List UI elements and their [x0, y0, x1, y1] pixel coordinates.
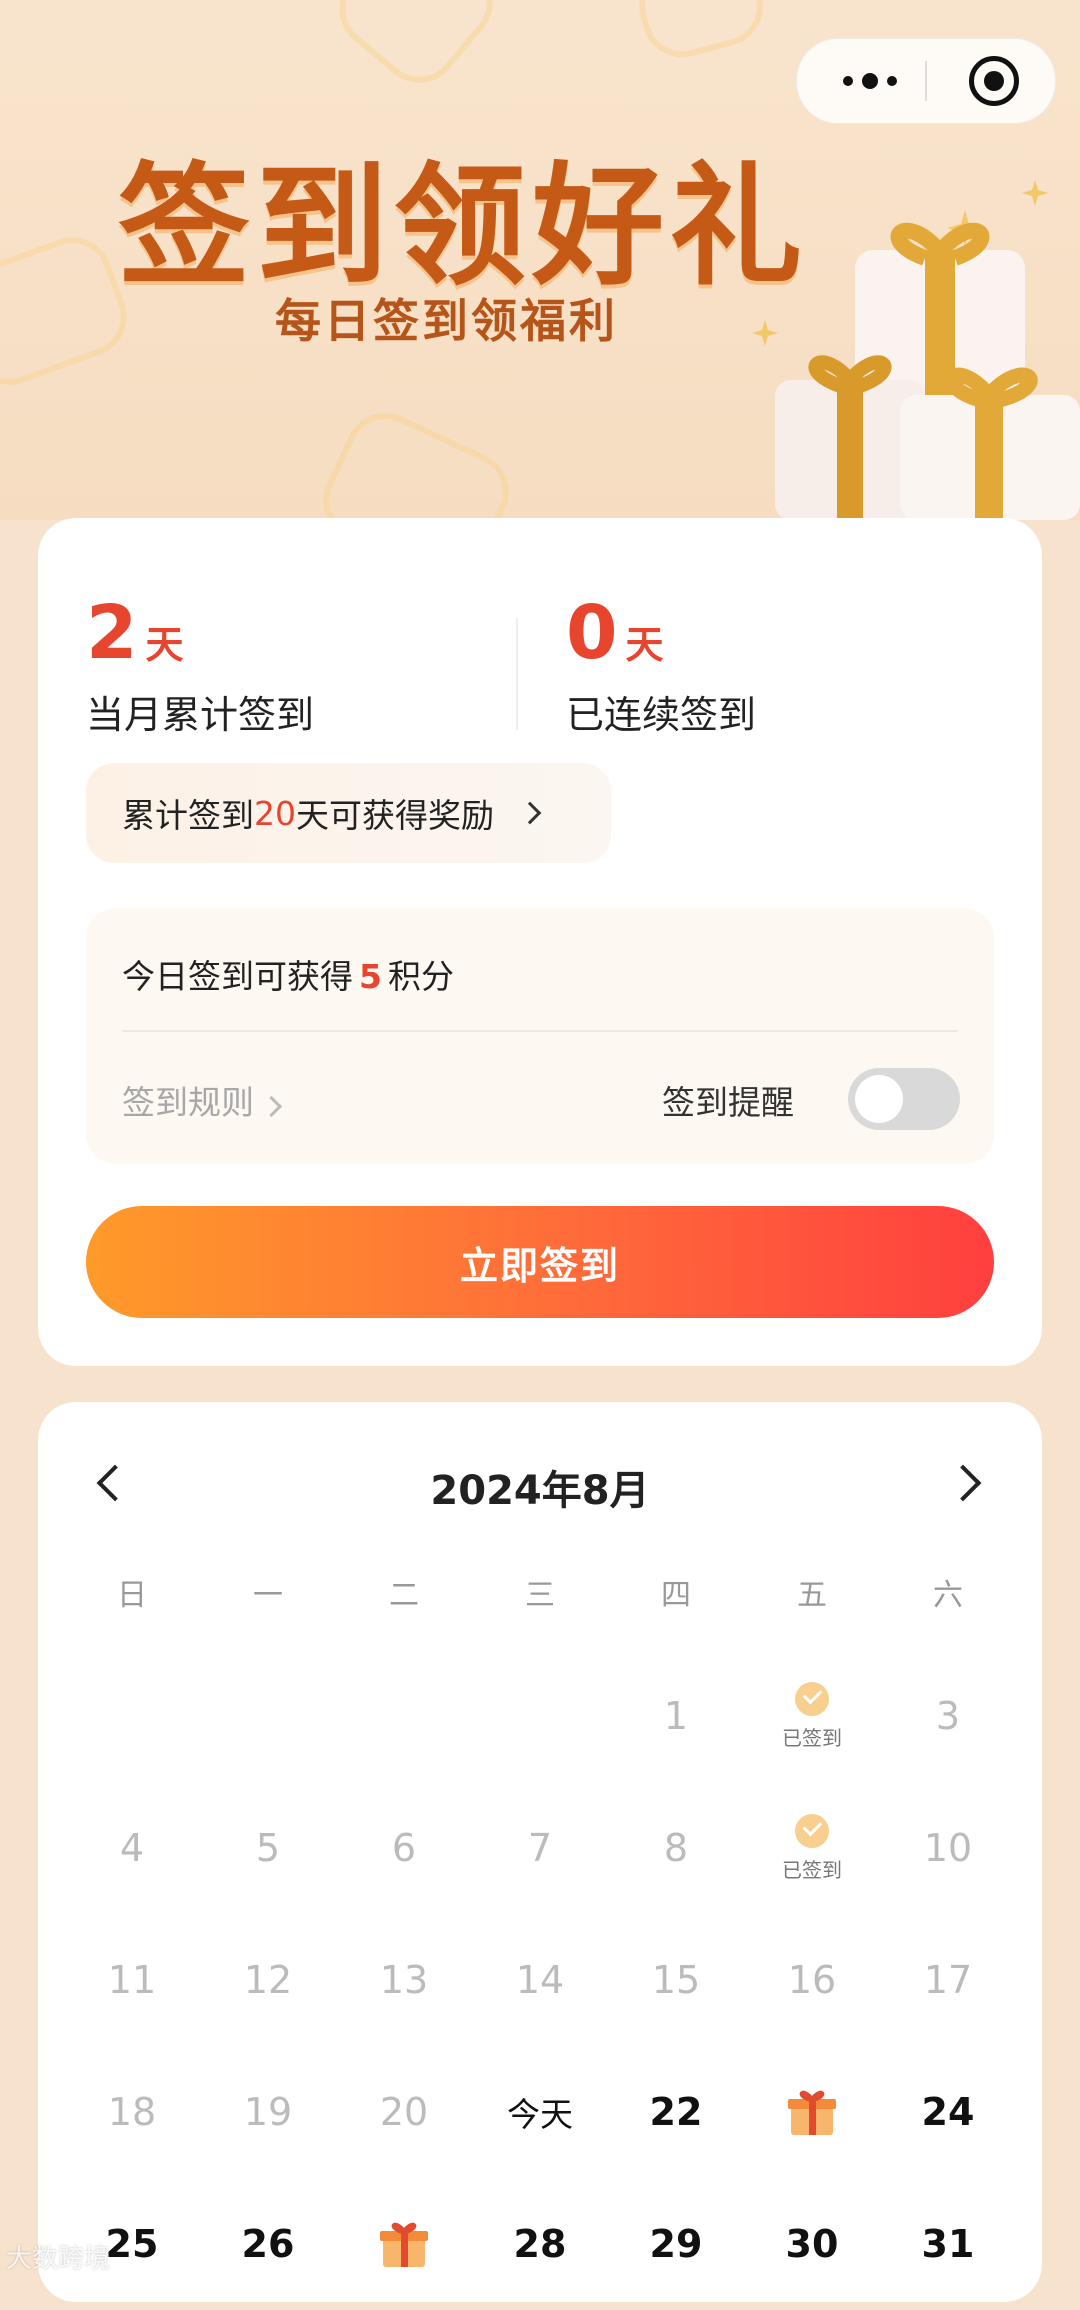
signin-now-button[interactable]: 立即签到	[86, 1206, 994, 1318]
decorative-shape	[310, 399, 522, 520]
reward-suffix: 天可获得奖励	[296, 796, 494, 835]
stat-divider	[516, 618, 518, 730]
calendar-day[interactable]: 14	[472, 1914, 608, 2046]
weekday-label: 六	[933, 1578, 963, 1613]
gift-icon	[380, 2222, 428, 2267]
calendar-day[interactable]: 10	[880, 1782, 1016, 1914]
banner-subtitle: 每日签到领福利	[275, 294, 618, 348]
today-points-prefix: 今日签到可获得	[122, 957, 353, 996]
monthly-stat: 2天 当月累计签到	[86, 596, 314, 739]
calendar-day[interactable]: 19	[200, 2046, 336, 2178]
weekday-label: 二	[389, 1578, 419, 1613]
today-points-value: 5	[359, 957, 382, 996]
banner-title: 签到领好礼	[118, 150, 808, 304]
calendar-day[interactable]: 26	[200, 2178, 336, 2310]
decorative-shape	[323, 0, 509, 99]
header-banner: 签到领好礼 每日签到领福利	[0, 0, 1080, 520]
calendar-blank-cell	[64, 1650, 200, 1782]
mini-program-capsule	[796, 38, 1056, 124]
calendar-blank-cell	[200, 1650, 336, 1782]
today-reward-panel: 今日签到可获得 5 积分 签到规则 签到提醒	[86, 908, 994, 1164]
dot-icon	[887, 76, 897, 86]
capsule-divider	[925, 61, 927, 101]
cumulative-reward-link[interactable]: 累计签到 20 天可获得奖励	[86, 763, 611, 863]
monthly-label: 当月累计签到	[86, 693, 315, 737]
today-points-text: 今日签到可获得 5 积分	[122, 950, 454, 998]
calendar-day[interactable]: 11	[64, 1914, 200, 2046]
weekday-header: 日 一 二 三 四 五 六	[64, 1570, 1016, 1614]
calendar-day[interactable]: 7	[472, 1782, 608, 1914]
calendar-day-today[interactable]: 今天	[472, 2046, 608, 2178]
watermark: 大数跨境	[6, 2244, 111, 2274]
weekday-label: 一	[253, 1578, 283, 1613]
close-target-icon[interactable]	[969, 56, 1019, 106]
calendar-day[interactable]: 3	[880, 1650, 1016, 1782]
rules-label: 签到规则	[122, 1083, 254, 1122]
calendar-card: 2024年8月 日 一 二 三 四 五 六 1 已签到 3 4 5 6 7 8 已签到 10 11 1…	[38, 1402, 1042, 2302]
reward-prefix: 累计签到	[122, 796, 254, 835]
signed-label: 已签到	[782, 1857, 842, 1882]
calendar-blank-cell	[336, 1650, 472, 1782]
calendar-day[interactable]: 13	[336, 1914, 472, 2046]
calendar-day[interactable]: 4	[64, 1782, 200, 1914]
check-circle-icon	[795, 1681, 829, 1716]
streak-stat: 0天 已连续签到	[566, 596, 756, 739]
check-circle-icon	[795, 1813, 829, 1848]
dot-icon	[862, 73, 878, 89]
calendar-day[interactable]: 22	[608, 2046, 744, 2178]
reminder-label: 签到提醒	[662, 1083, 794, 1122]
next-month-chevron-icon[interactable]	[950, 1462, 990, 1502]
decorative-shape	[630, 0, 772, 67]
reward-days: 20	[254, 793, 296, 833]
gift-boxes-illustration	[752, 180, 1080, 520]
calendar-day[interactable]: 16	[744, 1914, 880, 2046]
dot-icon	[843, 76, 853, 86]
reminder-toggle[interactable]	[848, 1068, 960, 1130]
calendar-day[interactable]: 20	[336, 2046, 472, 2178]
weekday-label: 日	[117, 1578, 147, 1613]
calendar-blank-cell	[472, 1650, 608, 1782]
signin-rules-link[interactable]: 签到规则	[122, 1076, 283, 1124]
streak-count: 0	[566, 590, 618, 676]
monthly-unit: 天	[145, 623, 184, 667]
calendar-day-signed[interactable]: 已签到	[744, 1650, 880, 1782]
weekday-label: 五	[797, 1578, 827, 1613]
calendar-day[interactable]: 24	[880, 2046, 1016, 2178]
streak-unit: 天	[625, 623, 664, 667]
calendar-day[interactable]: 12	[200, 1914, 336, 2046]
calendar-day[interactable]: 31	[880, 2178, 1016, 2310]
signed-label: 已签到	[782, 1725, 842, 1750]
calendar-day-gift[interactable]	[336, 2178, 472, 2310]
calendar-day[interactable]: 30	[744, 2178, 880, 2310]
weekday-label: 三	[525, 1578, 555, 1613]
calendar-day[interactable]: 5	[200, 1782, 336, 1914]
streak-label: 已连续签到	[566, 693, 757, 737]
calendar-day[interactable]: 18	[64, 2046, 200, 2178]
panel-divider	[122, 1030, 958, 1032]
signin-summary-card: 2天 当月累计签到 0天 已连续签到 累计签到 20 天可获得奖励 今日签到可获得 5…	[38, 518, 1042, 1366]
calendar-day[interactable]: 8	[608, 1782, 744, 1914]
calendar-day-signed[interactable]: 已签到	[744, 1782, 880, 1914]
calendar-day[interactable]: 15	[608, 1914, 744, 2046]
chevron-right-icon	[260, 1095, 283, 1118]
calendar-day-gift[interactable]	[744, 2046, 880, 2178]
calendar-grid: 1 已签到 3 4 5 6 7 8 已签到 10 11 12 13 14 15 16 17 18 19 20 今天 22 2…	[64, 1650, 1016, 2310]
calendar-day[interactable]: 28	[472, 2178, 608, 2310]
calendar-day[interactable]: 6	[336, 1782, 472, 1914]
calendar-day[interactable]: 29	[608, 2178, 744, 2310]
gift-icon	[788, 2090, 836, 2135]
calendar-day[interactable]: 17	[880, 1914, 1016, 2046]
chevron-right-icon	[518, 801, 542, 825]
more-options-button[interactable]	[825, 39, 915, 123]
today-points-suffix: 积分	[387, 957, 454, 996]
calendar-day[interactable]: 1	[608, 1650, 744, 1782]
calendar-month-title: 2024年8月	[430, 1468, 650, 1514]
weekday-label: 四	[661, 1578, 691, 1613]
monthly-count: 2	[86, 590, 138, 676]
